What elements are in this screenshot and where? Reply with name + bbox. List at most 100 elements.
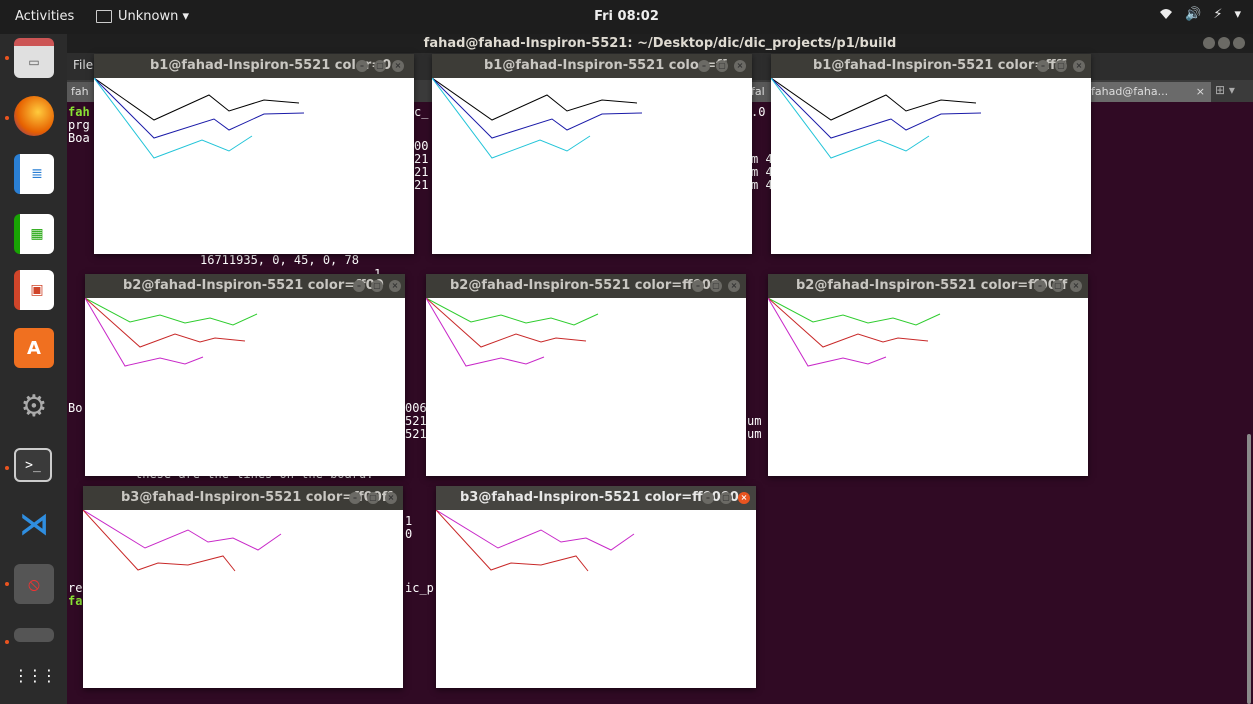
plot-window-b3-1[interactable]: b3@fahad-Inspiron-5521 color=ff00ff – ▢ … — [83, 486, 403, 688]
calc-icon[interactable]: ▦ — [14, 214, 54, 254]
terminal-fragment: m 4 — [751, 178, 773, 192]
plot-window-titlebar[interactable]: b2@fahad-Inspiron-5521 color=ff00ff – ▢ … — [768, 274, 1088, 298]
show-applications-icon[interactable]: ⋮⋮⋮ — [13, 656, 57, 696]
plot-window-b3-2-active[interactable]: b3@fahad-Inspiron-5521 color=ff0000 – ▢ … — [436, 486, 756, 688]
plot-window-b2-1[interactable]: b2@fahad-Inspiron-5521 color=ff00 – ▢ × — [85, 274, 405, 476]
plot-series-line — [771, 78, 982, 139]
volume-icon: 🔊 — [1185, 7, 1202, 22]
plot-series-line — [432, 78, 643, 139]
plot-series-line — [94, 78, 305, 139]
plot-series-line — [436, 510, 589, 572]
impress-icon[interactable]: ▣ — [14, 270, 54, 310]
close-button[interactable]: × — [1073, 60, 1085, 72]
app-icon[interactable]: ⦸ — [14, 564, 54, 604]
close-button[interactable]: × — [1070, 280, 1082, 292]
plot-window-titlebar[interactable]: b2@fahad-Inspiron-5521 color=ff000 – ▢ × — [426, 274, 746, 298]
terminal-fragment: um — [747, 427, 762, 441]
app-icon-2[interactable] — [14, 628, 54, 642]
maximize-button[interactable]: ▢ — [720, 492, 732, 504]
maximize-button[interactable]: ▢ — [710, 280, 722, 292]
maximize-button[interactable]: ▢ — [716, 60, 728, 72]
plot-window-titlebar[interactable]: b1@fahad-Inspiron-5521 color=ffff – ▢ × — [771, 54, 1091, 78]
plot-window-titlebar[interactable]: b2@fahad-Inspiron-5521 color=ff00 – ▢ × — [85, 274, 405, 298]
minimize-button[interactable]: – — [1037, 60, 1049, 72]
terminal-line: fa — [68, 594, 83, 608]
maximize-button[interactable]: ▢ — [1052, 280, 1064, 292]
vscode-icon[interactable]: ⋊ — [14, 504, 54, 544]
system-tray[interactable]: 🔊 ⚡ ▾ — [1159, 7, 1241, 25]
plot-series-line — [83, 510, 282, 551]
close-button[interactable]: × — [392, 60, 404, 72]
battery-icon: ⚡ — [1213, 7, 1223, 22]
maximize-button[interactable]: ▢ — [1055, 60, 1067, 72]
plot-series-line — [94, 78, 253, 159]
close-button[interactable]: × — [738, 492, 750, 504]
new-tab-icon[interactable]: ⊞ ▾ — [1215, 83, 1235, 97]
minimize-button[interactable] — [1203, 37, 1215, 49]
close-button[interactable]: × — [728, 280, 740, 292]
plot-window-title: b2@fahad-Inspiron-5521 color=ff00 — [123, 278, 384, 293]
maximize-button[interactable] — [1218, 37, 1230, 49]
plot-window-titlebar[interactable]: b1@fahad-Inspiron-5521 color=ff – ▢ × — [432, 54, 752, 78]
plot-canvas — [83, 510, 282, 572]
minimize-button[interactable]: – — [702, 492, 714, 504]
running-indicator — [5, 56, 9, 60]
maximize-button[interactable]: ▢ — [374, 60, 386, 72]
plot-canvas — [432, 78, 643, 159]
plot-window-titlebar[interactable]: b3@fahad-Inspiron-5521 color=ff0000 – ▢ … — [436, 486, 756, 510]
dock: ▭ ≣ ▦ ▣ A ⚙ >_ ⋊ ⦸ ⋮⋮⋮ — [0, 34, 67, 704]
maximize-button[interactable]: ▢ — [367, 492, 379, 504]
software-icon[interactable]: A — [14, 328, 54, 368]
close-button[interactable]: × — [734, 60, 746, 72]
plot-canvas — [85, 298, 258, 367]
minimize-button[interactable]: – — [349, 492, 361, 504]
plot-window-title: b1@fahad-Inspiron-5521 color=ffff — [813, 58, 1067, 73]
plot-window-b2-2[interactable]: b2@fahad-Inspiron-5521 color=ff000 – ▢ × — [426, 274, 746, 476]
plot-window-title: b1@fahad-Inspiron-5521 color=0 — [150, 58, 392, 73]
terminal-fragment: ic_p — [405, 581, 434, 595]
terminal-fragment: c_ — [414, 105, 429, 119]
plot-series-line — [771, 78, 930, 159]
minimize-button[interactable]: – — [353, 280, 365, 292]
tab-close-icon[interactable]: × — [1196, 82, 1205, 102]
maximize-button[interactable]: ▢ — [371, 280, 383, 292]
terminal-fragment: .0 — [751, 105, 766, 119]
plot-window-titlebar[interactable]: b3@fahad-Inspiron-5521 color=ff00ff – ▢ … — [83, 486, 403, 510]
minimize-button[interactable]: – — [356, 60, 368, 72]
clock[interactable]: Fri 08:02 — [0, 9, 1253, 24]
plot-window-b1-2[interactable]: b1@fahad-Inspiron-5521 color=ff – ▢ × — [432, 54, 752, 254]
menu-file[interactable]: File — [73, 58, 93, 72]
plot-window-b1-1[interactable]: b1@fahad-Inspiron-5521 color=0 – ▢ × — [94, 54, 414, 254]
terminal-line: 16711935, 0, 45, 0, 78 — [200, 253, 359, 267]
plot-series-line — [426, 298, 545, 367]
files-icon[interactable]: ▭ — [14, 38, 54, 78]
plot-window-b1-3[interactable]: b1@fahad-Inspiron-5521 color=ffff – ▢ × — [771, 54, 1091, 254]
plot-window-titlebar[interactable]: b1@fahad-Inspiron-5521 color=0 – ▢ × — [94, 54, 414, 78]
minimize-button[interactable]: – — [692, 280, 704, 292]
settings-icon[interactable]: ⚙ — [14, 386, 54, 426]
terminal-icon[interactable]: >_ — [14, 448, 52, 482]
system-menu-chevron-icon: ▾ — [1234, 7, 1241, 22]
running-indicator — [5, 582, 9, 586]
terminal-scrollbar[interactable] — [1247, 434, 1251, 704]
plot-window-title: b2@fahad-Inspiron-5521 color=ff00ff — [796, 278, 1068, 293]
terminal-fragment: 0 — [405, 527, 413, 541]
plot-canvas — [426, 298, 599, 367]
close-button[interactable] — [1233, 37, 1245, 49]
plot-series-line — [83, 510, 236, 572]
minimize-button[interactable]: – — [698, 60, 710, 72]
plot-series-line — [436, 510, 635, 551]
plot-canvas — [94, 78, 305, 159]
firefox-icon[interactable] — [14, 96, 54, 136]
tab-3[interactable]: fahad@faha... × — [1087, 82, 1211, 102]
terminal-line: Boa — [68, 131, 90, 145]
terminal-fragment: 521 — [405, 427, 427, 441]
minimize-button[interactable]: – — [1034, 280, 1046, 292]
plot-series-line — [85, 298, 204, 367]
close-button[interactable]: × — [389, 280, 401, 292]
close-button[interactable]: × — [385, 492, 397, 504]
plot-window-b2-3[interactable]: b2@fahad-Inspiron-5521 color=ff00ff – ▢ … — [768, 274, 1088, 476]
writer-icon[interactable]: ≣ — [14, 154, 54, 194]
plot-window-title: b3@fahad-Inspiron-5521 color=ff0000 — [460, 490, 739, 505]
wifi-icon — [1159, 7, 1173, 25]
